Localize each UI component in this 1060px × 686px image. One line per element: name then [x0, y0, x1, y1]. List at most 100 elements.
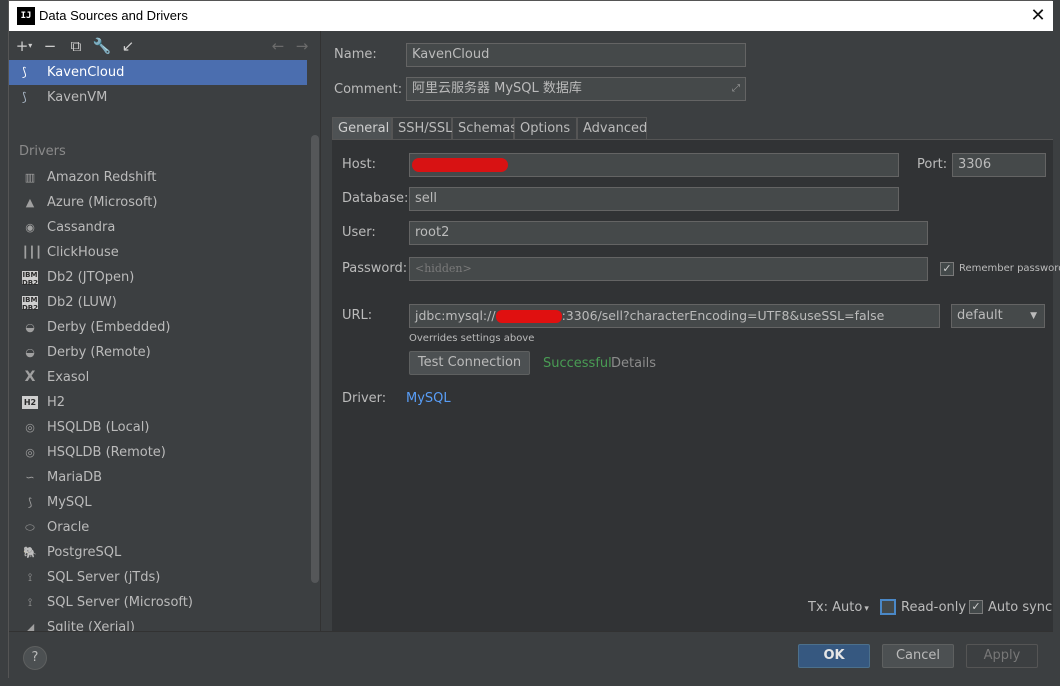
copy-icon[interactable]: ⧉ — [65, 35, 87, 57]
host-field[interactable] — [409, 153, 899, 177]
name-label: Name: — [334, 47, 377, 62]
driver-label: Db2 (JTOpen) — [47, 270, 135, 285]
drivers-section-header: Drivers — [19, 144, 66, 159]
derby-icon: ◒ — [25, 321, 35, 334]
driver-item-hsqldb-remote[interactable]: ◎ HSQLDB (Remote) — [9, 440, 309, 465]
drivers-scrollbar[interactable] — [311, 135, 319, 583]
comment-label: Comment: — [334, 82, 403, 97]
name-field[interactable]: KavenCloud — [406, 43, 746, 67]
transaction-mode-dropdown[interactable]: Tx: Auto ▾ — [808, 600, 869, 615]
driver-item-db2-jtopen[interactable]: IBM DB2 Db2 (JTOpen) — [9, 265, 309, 290]
driver-item-sqlite[interactable]: ◢ Sqlite (Xerial) — [9, 615, 309, 631]
driver-item-oracle[interactable]: ⬭ Oracle — [9, 515, 309, 540]
exasol-icon: X — [24, 369, 36, 385]
driver-item-mysql[interactable]: ⟆ MySQL — [9, 490, 309, 515]
title-bar: IJ Data Sources and Drivers ✕ — [9, 1, 1053, 31]
driver-label: Cassandra — [47, 220, 116, 235]
derby-icon: ◒ — [25, 346, 35, 359]
driver-link[interactable]: MySQL — [406, 391, 451, 406]
sqlserver-icon: ⟟ — [27, 571, 33, 584]
host-label: Host: — [342, 157, 376, 172]
user-field[interactable]: root2 — [409, 221, 928, 245]
database-field[interactable]: sell — [409, 187, 899, 211]
mariadb-icon: ∽ — [25, 471, 35, 484]
password-label: Password: — [342, 261, 408, 276]
port-field[interactable]: 3306 — [952, 153, 1046, 177]
test-result-status: Successful — [543, 356, 612, 371]
background-window-edge-left — [0, 0, 8, 686]
driver-item-postgresql[interactable]: 🐘 PostgreSQL — [9, 540, 309, 565]
driver-item-amazon-redshift[interactable]: ▥ Amazon Redshift — [9, 165, 309, 190]
chevron-down-icon: ▼ — [1030, 311, 1037, 321]
ok-button[interactable]: OK — [798, 644, 870, 668]
data-source-item-kavencloud[interactable]: ⟆ KavenCloud — [9, 60, 307, 85]
cancel-button[interactable]: Cancel — [882, 644, 954, 668]
driver-label: MariaDB — [47, 470, 103, 485]
driver-item-azure[interactable]: ▲ Azure (Microsoft) — [9, 190, 309, 215]
driver-item-derby-remote[interactable]: ◒ Derby (Remote) — [9, 340, 309, 365]
driver-item-db2-luw[interactable]: IBM DB2 Db2 (LUW) — [9, 290, 309, 315]
driver-item-clickhouse[interactable]: ┃┃┃ ClickHouse — [9, 240, 309, 265]
driver-label: Oracle — [47, 520, 90, 535]
azure-icon: ▲ — [25, 196, 35, 209]
data-source-label: KavenVM — [47, 90, 108, 105]
general-tab-content: Host: Port: 3306 Database: sell User: ro… — [332, 140, 1060, 631]
driver-label: H2 — [47, 395, 66, 410]
remember-password-checkbox[interactable]: ✓ — [940, 262, 954, 276]
driver-item-hsqldb-local[interactable]: ◎ HSQLDB (Local) — [9, 415, 309, 440]
driver-item-h2[interactable]: H2 H2 — [9, 390, 309, 415]
tab-advanced[interactable]: Advanced — [577, 117, 647, 139]
details-link[interactable]: Details — [611, 356, 656, 371]
intellij-logo-icon: IJ — [17, 7, 35, 25]
url-mode-value: default — [957, 308, 1003, 323]
db2-icon: IBM DB2 — [22, 296, 39, 312]
comment-field[interactable]: 阿里云服务器 MySQL 数据库 ⤢ — [406, 77, 746, 101]
sqlite-icon: ◢ — [25, 621, 35, 631]
close-icon[interactable]: ✕ — [1025, 3, 1051, 29]
driver-item-exasol[interactable]: X Exasol — [9, 365, 309, 390]
auto-sync-checkbox[interactable]: ✓ — [969, 600, 983, 614]
url-mode-select[interactable]: default ▼ — [951, 304, 1045, 328]
port-label: Port: — [917, 157, 948, 172]
driver-item-derby-embedded[interactable]: ◒ Derby (Embedded) — [9, 315, 309, 340]
arrow-left-icon[interactable]: ← — [267, 35, 289, 57]
driver-label: Db2 (LUW) — [47, 295, 117, 310]
hsqldb-icon: ◎ — [25, 446, 35, 459]
help-button[interactable]: ? — [23, 646, 47, 670]
arrow-right-icon[interactable]: → — [291, 35, 313, 57]
data-sources-toolbar: +▾ − ⧉ 🔧 ↙ ← → — [9, 31, 321, 59]
driver-item-mariadb[interactable]: ∽ MariaDB — [9, 465, 309, 490]
expand-icon[interactable]: ⤢ — [732, 78, 740, 100]
tab-general[interactable]: General — [332, 117, 392, 139]
tab-ssh-ssl[interactable]: SSH/SSL — [392, 117, 452, 139]
password-field[interactable]: <hidden> — [409, 257, 928, 281]
driver-label: Derby (Remote) — [47, 345, 151, 360]
hsqldb-icon: ◎ — [25, 421, 35, 434]
test-connection-button[interactable]: Test Connection — [409, 351, 530, 375]
mysql-icon: ⟆ — [27, 496, 33, 509]
auto-sync-label: Auto sync — [988, 600, 1053, 615]
chevron-down-icon: ▾ — [864, 604, 869, 614]
comment-text: 阿里云服务器 MySQL 数据库 — [412, 81, 582, 96]
driver-label: Driver: — [342, 391, 387, 406]
import-icon[interactable]: ↙ — [117, 35, 139, 57]
data-sources-dialog: IJ Data Sources and Drivers ✕ +▾ − ⧉ 🔧 ↙… — [8, 0, 1060, 679]
data-source-item-kavenvm[interactable]: ⟆ KavenVM — [9, 85, 307, 110]
tx-mode-label: Tx: Auto — [808, 600, 863, 615]
apply-button[interactable]: Apply — [966, 644, 1038, 668]
data-sources-panel: +▾ − ⧉ 🔧 ↙ ← → ⟆ KavenCloud ⟆ KavenVM Dr… — [9, 31, 321, 631]
driver-item-sqlserver-jtds[interactable]: ⟟ SQL Server (jTds) — [9, 565, 309, 590]
driver-item-sqlserver-microsoft[interactable]: ⟟ SQL Server (Microsoft) — [9, 590, 309, 615]
read-only-label: Read-only — [901, 600, 967, 615]
driver-item-cassandra[interactable]: ◉ Cassandra — [9, 215, 309, 240]
user-label: User: — [342, 225, 376, 240]
redacted-mark — [495, 310, 562, 323]
tab-options[interactable]: Options — [514, 117, 577, 139]
read-only-checkbox[interactable] — [880, 599, 896, 615]
plus-icon[interactable]: +▾ — [13, 35, 35, 57]
tab-schemas[interactable]: Schemas — [452, 117, 517, 139]
wrench-icon[interactable]: 🔧 — [91, 35, 113, 57]
minus-icon[interactable]: − — [39, 35, 61, 57]
url-field[interactable]: jdbc:mysql://:3306/sell?characterEncodin… — [409, 304, 940, 328]
background-window-edge-bottom — [0, 678, 1060, 686]
